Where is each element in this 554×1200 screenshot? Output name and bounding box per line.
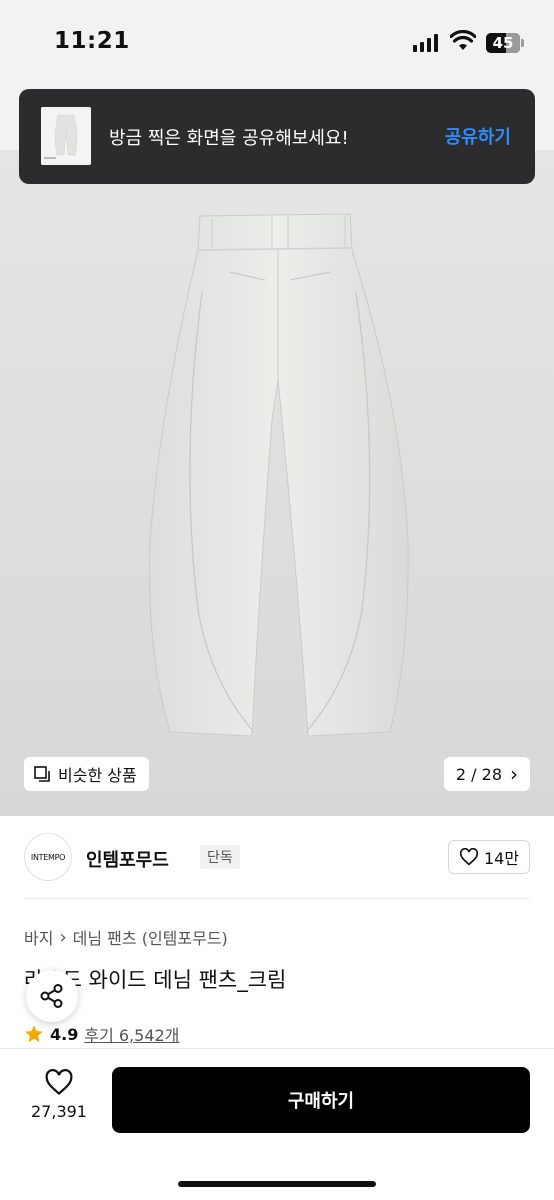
similar-products-button[interactable]: 비슷한 상품 [24, 757, 149, 791]
brand-logo[interactable]: INTEMPO [24, 833, 72, 881]
star-icon [25, 1025, 43, 1043]
wishlist-button[interactable]: 27,391 [24, 1069, 94, 1139]
section-divider [24, 898, 530, 899]
share-icon [40, 984, 63, 1008]
similar-products-label: 비슷한 상품 [58, 766, 137, 785]
status-bar: 11:21 45 [0, 0, 554, 90]
share-now-button[interactable]: 공유하기 [445, 123, 511, 149]
review-count-link[interactable]: 후기 6,542개 [84, 1022, 179, 1046]
battery-nub [521, 39, 524, 47]
breadcrumb-item-pants[interactable]: 바지 [24, 925, 53, 949]
image-page-count: 2 / 28 [455, 764, 502, 784]
rating-row: 4.9 후기 6,542개 [24, 1022, 179, 1046]
heart-icon [459, 848, 478, 866]
chevron-right-icon: › [510, 762, 518, 786]
product-image-pants[interactable] [140, 210, 420, 740]
brand-row: INTEMPO 인템포무드 단독 14만 [24, 833, 530, 883]
breadcrumb-item-denim[interactable]: 데님 팬츠 (인템포무드) [73, 925, 228, 949]
heart-icon [45, 1069, 73, 1096]
screenshot-thumbnail[interactable] [41, 107, 91, 165]
home-indicator [178, 1181, 376, 1187]
product-image-area[interactable] [0, 90, 554, 816]
image-page-indicator[interactable]: 2 / 28 › [443, 757, 530, 791]
chevron-right-icon: › [59, 926, 67, 948]
share-banner-message: 방금 찍은 화면을 공유해보세요! [109, 128, 349, 149]
brand-name[interactable]: 인템포무드 [86, 846, 169, 872]
similar-items-icon [34, 766, 50, 782]
brand-logo-text: INTEMPO [30, 852, 66, 862]
breadcrumb: 바지 › 데님 팬츠 (인템포무드) [24, 925, 228, 949]
brand-like-button[interactable]: 14만 [448, 840, 530, 874]
signal-icon [413, 34, 438, 52]
exclusive-badge: 단독 [200, 845, 240, 869]
battery-icon: 45 [486, 33, 520, 53]
buy-button[interactable]: 구매하기 [112, 1067, 530, 1133]
share-screenshot-banner: 방금 찍은 화면을 공유해보세요! 공유하기 [19, 89, 535, 184]
rating-score: 4.9 [50, 1024, 79, 1044]
brand-like-count: 14만 [483, 849, 520, 868]
wishlist-count: 27,391 [31, 1102, 87, 1121]
bottom-action-bar: 27,391 구매하기 [0, 1048, 554, 1200]
share-button[interactable] [26, 970, 78, 1022]
status-time: 11:21 [54, 28, 130, 54]
battery-level: 45 [492, 34, 514, 52]
wifi-icon [450, 30, 476, 50]
